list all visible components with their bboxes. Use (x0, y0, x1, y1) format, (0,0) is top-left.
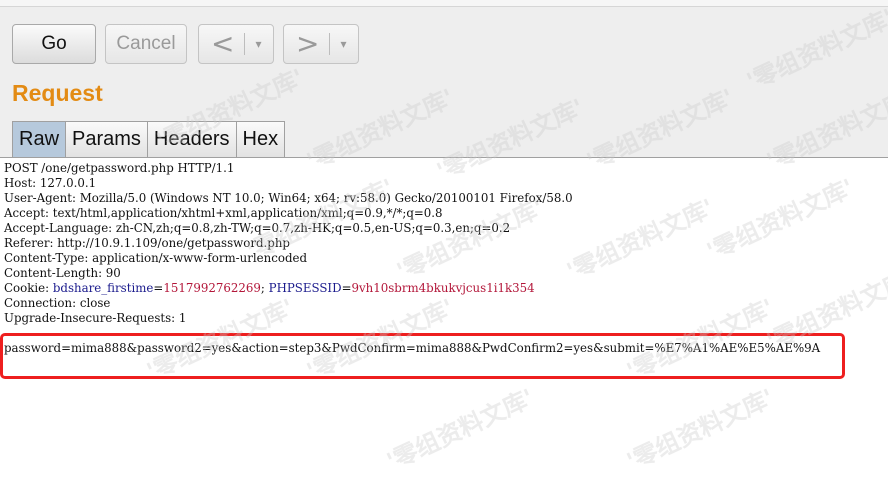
divider (244, 33, 246, 55)
header-content-type: Content-Type: application/x-www-form-url… (4, 251, 308, 265)
header-accept: Accept: text/html,application/xhtml+xml,… (4, 206, 443, 220)
tab-label: Headers (153, 128, 230, 150)
cookie-value: 9vh10sbrm4bkukvjcus1i1k354 (351, 281, 535, 295)
header-referer: Referer: http://10.9.1.109/one/getpasswo… (4, 236, 290, 250)
header-content-length: Content-Length: 90 (4, 266, 121, 280)
cancel-button[interactable]: Cancel (105, 24, 187, 64)
section-title: Request (12, 80, 103, 106)
chevron-down-icon[interactable]: ▾ (255, 37, 261, 51)
cookie-separator: ; (260, 281, 269, 295)
tab-headers[interactable]: Headers (146, 121, 237, 157)
go-button-label: Go (41, 33, 67, 54)
forward-arrow-icon: > (296, 27, 320, 60)
cookie-name: bdshare_firstime (52, 281, 154, 295)
cookie-equals: = (153, 281, 164, 295)
go-button[interactable]: Go (12, 24, 96, 64)
highlight-box (0, 333, 845, 379)
tab-label: Params (72, 128, 141, 150)
cookie-name: PHPSESSID (268, 281, 342, 295)
raw-request-editor[interactable]: POST /one/getpassword.php HTTP/1.1 Host:… (0, 157, 888, 457)
cookie-prefix: Cookie: (4, 281, 53, 295)
tab-raw[interactable]: Raw (12, 121, 67, 157)
header-upgrade-insecure: Upgrade-Insecure-Requests: 1 (4, 311, 187, 325)
forward-button[interactable]: > ▾ (283, 24, 359, 64)
header-accept-language: Accept-Language: zh-CN,zh;q=0.8,zh-TW;q=… (4, 221, 511, 235)
cancel-button-label: Cancel (116, 33, 176, 54)
request-toolbar: Go Cancel < ▾ > ▾ Request Raw Params Hea… (0, 0, 888, 158)
top-strip (0, 0, 888, 7)
request-tabs: Raw Params Headers Hex (12, 121, 286, 157)
tab-label: Hex (242, 128, 279, 150)
header-host: Host: 127.0.0.1 (4, 176, 97, 190)
tab-label: Raw (19, 128, 60, 150)
cookie-equals: = (341, 281, 352, 295)
request-line: POST /one/getpassword.php HTTP/1.1 (4, 161, 235, 175)
back-button[interactable]: < ▾ (198, 24, 274, 64)
cookie-value: 1517992762269 (163, 281, 261, 295)
header-connection: Connection: close (4, 296, 111, 310)
tab-hex[interactable]: Hex (235, 121, 286, 157)
divider (329, 33, 331, 55)
back-arrow-icon: < (211, 27, 235, 60)
tab-params[interactable]: Params (65, 121, 148, 157)
header-user-agent: User-Agent: Mozilla/5.0 (Windows NT 10.0… (4, 191, 573, 205)
header-cookie: Cookie: bdshare_firstime=1517992762269; … (4, 281, 535, 296)
chevron-down-icon[interactable]: ▾ (340, 37, 346, 51)
